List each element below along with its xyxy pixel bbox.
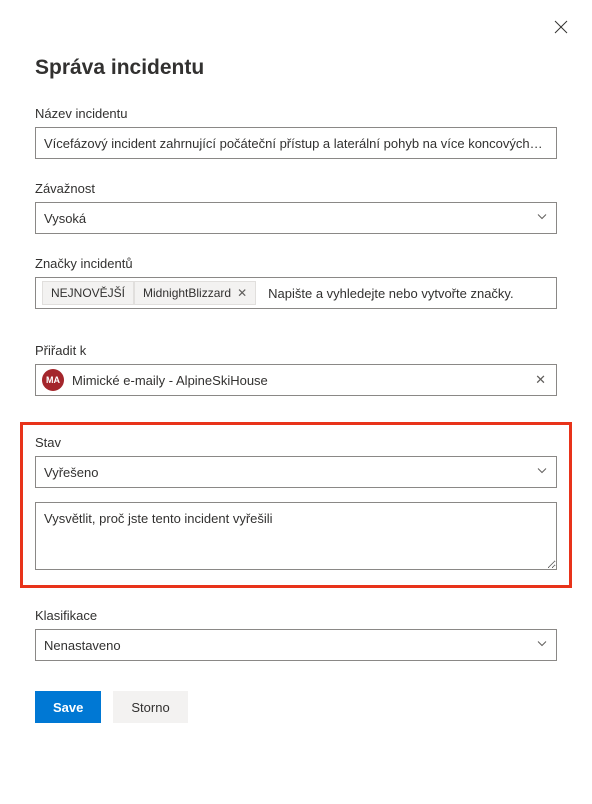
state-label: Stav (35, 435, 557, 450)
chevron-down-icon (536, 211, 548, 226)
avatar: MA (42, 369, 64, 391)
severity-label: Závažnost (35, 181, 557, 196)
incident-name-label: Název incidentu (35, 106, 557, 121)
tag-item[interactable]: MidnightBlizzard ✕ (134, 281, 256, 305)
state-value: Vyřešeno (44, 465, 98, 480)
chevron-down-icon (536, 638, 548, 653)
assign-clear-icon[interactable]: ✕ (535, 372, 546, 388)
state-highlight-box: Stav Vyřešeno (20, 422, 572, 588)
tag-item[interactable]: NEJNOVĚJŠÍ (42, 281, 134, 305)
tag-text: NEJNOVĚJŠÍ (51, 286, 125, 300)
close-button[interactable] (552, 18, 570, 36)
save-button[interactable]: Save (35, 691, 101, 723)
close-icon (554, 20, 568, 34)
tags-input[interactable]: NEJNOVĚJŠÍ MidnightBlizzard ✕ Napište a … (35, 277, 557, 309)
cancel-button[interactable]: Storno (113, 691, 187, 723)
assign-label: Přiřadit k (35, 343, 557, 358)
classification-value: Nenastaveno (44, 638, 121, 653)
tags-label: Značky incidentů (35, 256, 557, 271)
incident-name-input[interactable] (35, 127, 557, 159)
state-select[interactable]: Vyřešeno (35, 456, 557, 488)
tag-remove-icon[interactable]: ✕ (237, 286, 247, 300)
assign-value: Mimické e-maily - AlpineSkiHouse (72, 373, 535, 388)
explain-textarea[interactable] (35, 502, 557, 570)
assign-input[interactable]: MA Mimické e-maily - AlpineSkiHouse ✕ (35, 364, 557, 396)
severity-value: Vysoká (44, 211, 86, 226)
classification-select[interactable]: Nenastaveno (35, 629, 557, 661)
chevron-down-icon (536, 465, 548, 480)
tag-text: MidnightBlizzard (143, 286, 231, 300)
dialog-title: Správa incidentu (35, 56, 557, 80)
classification-label: Klasifikace (35, 608, 557, 623)
tags-hint: Napište a vyhledejte nebo vytvořte značk… (268, 286, 513, 301)
severity-select[interactable]: Vysoká (35, 202, 557, 234)
